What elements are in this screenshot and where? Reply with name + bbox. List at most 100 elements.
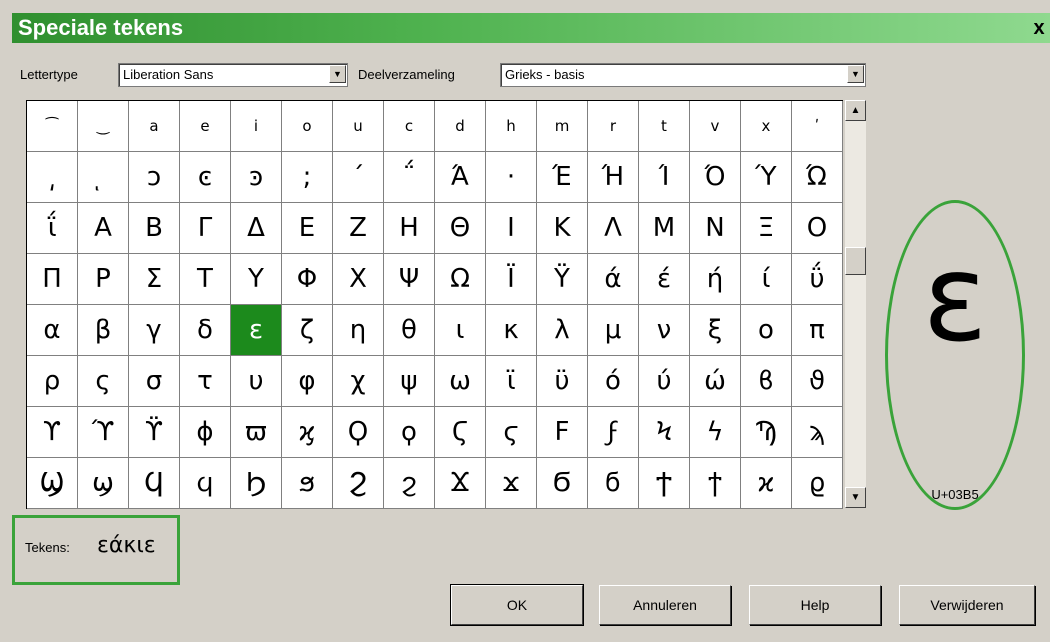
- char-cell[interactable]: ί: [741, 254, 792, 305]
- char-cell[interactable]: υ: [231, 356, 282, 407]
- char-cell[interactable]: i: [231, 101, 282, 152]
- char-cell[interactable]: Ά: [435, 152, 486, 203]
- char-cell[interactable]: ζ: [282, 305, 333, 356]
- char-cell[interactable]: Ή: [588, 152, 639, 203]
- char-cell[interactable]: ͻ: [129, 152, 180, 203]
- char-cell[interactable]: Ί: [639, 152, 690, 203]
- char-cell[interactable]: Π: [27, 254, 78, 305]
- delete-button[interactable]: Verwijderen: [899, 585, 1035, 625]
- char-cell[interactable]: ν: [639, 305, 690, 356]
- char-cell[interactable]: Ο: [792, 203, 843, 254]
- char-cell[interactable]: ο: [741, 305, 792, 356]
- char-cell[interactable]: μ: [588, 305, 639, 356]
- char-cell[interactable]: Τ: [180, 254, 231, 305]
- char-cell[interactable]: ϓ: [78, 407, 129, 458]
- char-cell[interactable]: ϝ: [588, 407, 639, 458]
- char-cell[interactable]: h: [486, 101, 537, 152]
- char-cell[interactable]: ϩ: [384, 458, 435, 509]
- char-cell[interactable]: ϥ: [180, 458, 231, 509]
- char-cell[interactable]: ϧ: [282, 458, 333, 509]
- char-cell[interactable]: κ: [486, 305, 537, 356]
- char-cell[interactable]: t: [639, 101, 690, 152]
- char-cell[interactable]: Λ: [588, 203, 639, 254]
- char-cell[interactable]: ϕ: [180, 407, 231, 458]
- ok-button[interactable]: OK: [450, 584, 584, 626]
- char-cell[interactable]: r: [588, 101, 639, 152]
- char-cell[interactable]: ή: [690, 254, 741, 305]
- char-cell[interactable]: Β: [129, 203, 180, 254]
- char-cell[interactable]: ϗ: [282, 407, 333, 458]
- char-cell[interactable]: Ϫ: [435, 458, 486, 509]
- char-cell[interactable]: π: [792, 305, 843, 356]
- char-cell[interactable]: Θ: [435, 203, 486, 254]
- char-cell[interactable]: λ: [537, 305, 588, 356]
- char-cell[interactable]: ΰ: [792, 254, 843, 305]
- char-cell[interactable]: Ρ: [78, 254, 129, 305]
- char-cell[interactable]: ϊ: [486, 356, 537, 407]
- char-cell[interactable]: η: [333, 305, 384, 356]
- cancel-button[interactable]: Annuleren: [599, 585, 731, 625]
- help-button[interactable]: Help: [749, 585, 881, 625]
- char-cell[interactable]: ΅: [384, 152, 435, 203]
- char-cell[interactable]: ϙ: [384, 407, 435, 458]
- char-cell[interactable]: Ό: [690, 152, 741, 203]
- char-cell[interactable]: Α: [78, 203, 129, 254]
- char-cell[interactable]: β: [78, 305, 129, 356]
- char-cell[interactable]: Ϥ: [129, 458, 180, 509]
- char-cell[interactable]: ϋ: [537, 356, 588, 407]
- char-cell[interactable]: τ: [180, 356, 231, 407]
- char-cell[interactable]: ψ: [384, 356, 435, 407]
- char-cell[interactable]: Ξ: [741, 203, 792, 254]
- scroll-down-icon[interactable]: ▼: [845, 487, 866, 508]
- char-cell[interactable]: Ϙ: [333, 407, 384, 458]
- char-cell[interactable]: ς: [78, 356, 129, 407]
- char-cell[interactable]: Ι: [486, 203, 537, 254]
- char-cell[interactable]: Ϟ: [639, 407, 690, 458]
- char-cell[interactable]: ϡ: [792, 407, 843, 458]
- char-cell[interactable]: v: [690, 101, 741, 152]
- char-cell[interactable]: ι: [435, 305, 486, 356]
- char-cell[interactable]: ʹ: [792, 101, 843, 152]
- char-cell[interactable]: ϖ: [231, 407, 282, 458]
- char-cell[interactable]: Ϭ: [537, 458, 588, 509]
- char-cell[interactable]: Ϊ: [486, 254, 537, 305]
- char-cell[interactable]: Ϛ: [435, 407, 486, 458]
- character-grid[interactable]: ⁀‿aeioucdhmrtvxʹ ͵ͅͻͼͽ;΄΅Ά·ΈΉΊΌΎΏΐΑΒΓΔΕΖΗ…: [26, 100, 843, 509]
- char-cell[interactable]: Η: [384, 203, 435, 254]
- char-cell[interactable]: φ: [282, 356, 333, 407]
- scroll-up-icon[interactable]: ▲: [845, 100, 866, 121]
- close-icon[interactable]: x: [1028, 17, 1050, 39]
- char-cell[interactable]: ͵: [27, 152, 78, 203]
- char-cell[interactable]: c: [384, 101, 435, 152]
- char-cell[interactable]: ά: [588, 254, 639, 305]
- char-cell[interactable]: θ: [384, 305, 435, 356]
- char-cell[interactable]: Ψ: [384, 254, 435, 305]
- subset-select[interactable]: Grieks - basis ▼: [500, 63, 866, 87]
- char-cell[interactable]: Δ: [231, 203, 282, 254]
- char-cell[interactable]: Ν: [690, 203, 741, 254]
- char-cell[interactable]: ΐ: [27, 203, 78, 254]
- char-cell[interactable]: Ϋ: [537, 254, 588, 305]
- char-cell[interactable]: Ϩ: [333, 458, 384, 509]
- char-cell[interactable]: a: [129, 101, 180, 152]
- char-cell[interactable]: Ϯ: [639, 458, 690, 509]
- char-cell[interactable]: ͼ: [180, 152, 231, 203]
- char-cell[interactable]: Ϧ: [231, 458, 282, 509]
- char-cell[interactable]: ͅ: [78, 152, 129, 203]
- char-cell[interactable]: x: [741, 101, 792, 152]
- char-cell[interactable]: Φ: [282, 254, 333, 305]
- char-cell[interactable]: d: [435, 101, 486, 152]
- scroll-thumb[interactable]: [845, 247, 866, 275]
- grid-scrollbar[interactable]: ▲ ▼: [845, 100, 866, 508]
- char-cell[interactable]: e: [180, 101, 231, 152]
- char-cell[interactable]: έ: [639, 254, 690, 305]
- char-cell[interactable]: ϒ: [27, 407, 78, 458]
- char-cell[interactable]: ρ: [27, 356, 78, 407]
- char-cell[interactable]: ϯ: [690, 458, 741, 509]
- char-cell[interactable]: Ώ: [792, 152, 843, 203]
- char-cell[interactable]: ‿: [78, 101, 129, 152]
- char-cell[interactable]: ⁀: [27, 101, 78, 152]
- char-cell[interactable]: Υ: [231, 254, 282, 305]
- chevron-down-icon[interactable]: ▼: [847, 65, 864, 83]
- font-select[interactable]: Liberation Sans ▼: [118, 63, 348, 87]
